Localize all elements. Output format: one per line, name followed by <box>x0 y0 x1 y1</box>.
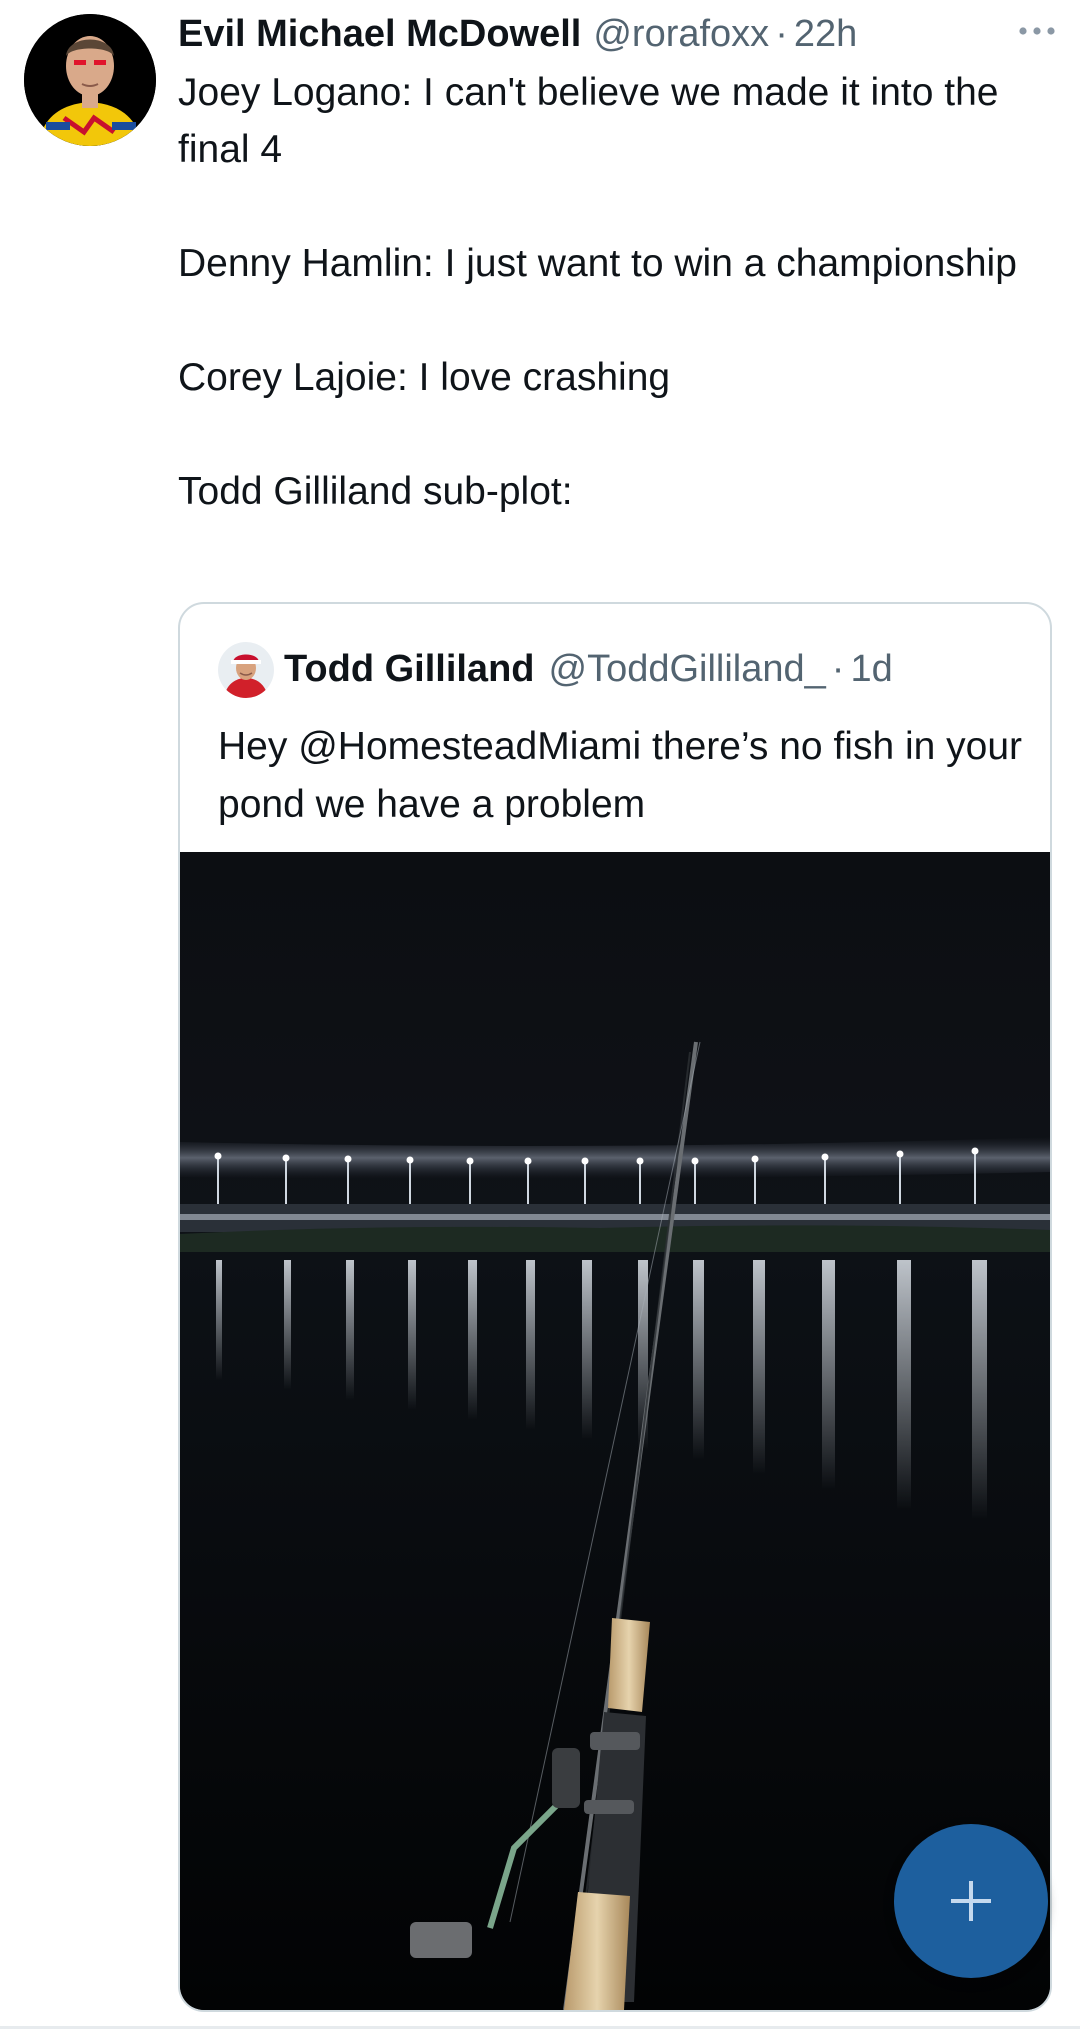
quoted-author-display-name[interactable]: Todd Gilliland <box>284 648 535 691</box>
tweet-header: Evil Michael McDowell @rorafoxx · 22h <box>178 6 1008 62</box>
quoted-tweet-card[interactable]: Todd Gilliland @ToddGilliland_ · 1d Hey … <box>178 602 1052 2012</box>
tweet-text: Joey Logano: I can't believe we made it … <box>178 64 1048 520</box>
tweet-timestamp[interactable]: 22h <box>794 13 857 56</box>
separator-dot: · <box>775 12 788 55</box>
author-handle[interactable]: @rorafoxx <box>593 13 769 56</box>
compose-button[interactable] <box>894 1824 1048 1978</box>
quoted-author-avatar[interactable] <box>218 642 274 698</box>
quoted-tweet-timestamp[interactable]: 1d <box>850 648 892 691</box>
quoted-tweet-text: Hey @HomesteadMiami there’s no fish in y… <box>218 725 1023 826</box>
author-avatar[interactable] <box>24 14 156 146</box>
more-options-button[interactable] <box>1012 16 1062 46</box>
more-horizontal-icon <box>1019 27 1055 35</box>
quoted-tweet-header: Todd Gilliland @ToddGilliland_ · 1d <box>284 640 893 698</box>
tweet-photo[interactable] <box>180 852 1050 2010</box>
quoted-author-handle[interactable]: @ToddGilliland_ <box>549 648 826 691</box>
tweet-text-line: Joey Logano: I can't believe we made it … <box>178 71 999 171</box>
author-display-name[interactable]: Evil Michael McDowell <box>178 13 581 56</box>
tweet-text-line: Denny Hamlin: I just want to win a champ… <box>178 242 1017 285</box>
tweet-text-line: Todd Gilliland sub-plot: <box>178 470 573 513</box>
tweet-text-line: Corey Lajoie: I love crashing <box>178 356 671 399</box>
author-avatar-image <box>24 14 156 146</box>
separator-dot: · <box>831 647 845 690</box>
quoted-author-avatar-image <box>218 642 274 698</box>
plus-icon <box>951 1881 991 1921</box>
